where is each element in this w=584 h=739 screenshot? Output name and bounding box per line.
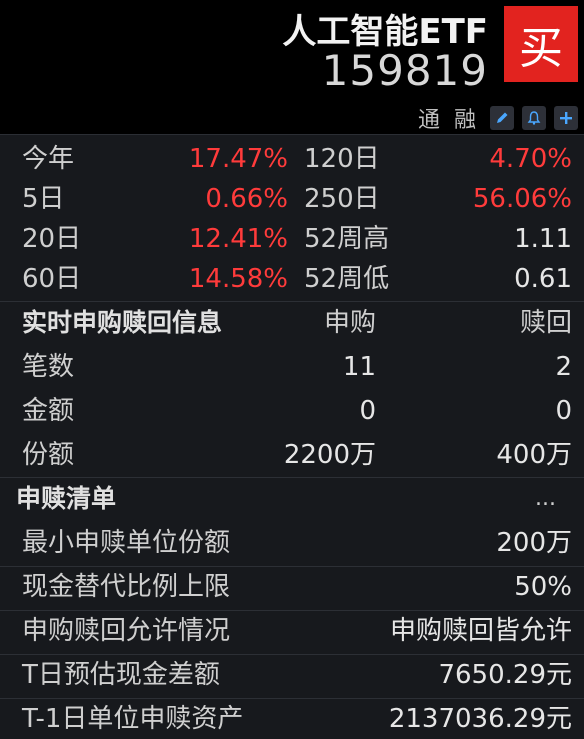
realtime-row: 金额 0 0 [0, 391, 584, 431]
perf-row: 20日 12.41% 52周高 1.11 [0, 219, 584, 259]
divider [0, 477, 584, 478]
col-subscribe: 申购 [323, 308, 376, 338]
perf-label: 250日 [304, 184, 380, 214]
perf-value: 12.41% [188, 224, 288, 254]
edit-icon[interactable] [490, 106, 514, 130]
list-label: 现金替代比例上限 [22, 572, 231, 602]
flag-rong: 融 [453, 108, 476, 133]
realtime-row: 笔数 11 2 [0, 347, 584, 387]
perf-value: 17.47% [188, 144, 288, 174]
list-label: T-1日单位申赎资产 [22, 704, 244, 734]
flag-bar: 通 融 [417, 104, 578, 133]
perf-label: 52周低 [304, 264, 390, 294]
list-label: T日预估现金差额 [22, 660, 220, 690]
perf-row: 60日 14.58% 52周低 0.61 [0, 259, 584, 299]
realtime-row: 份额 2200万 400万 [0, 435, 584, 475]
list-value: 2137036.29元 [388, 704, 572, 734]
perf-row: 今年 17.47% 120日 4.70% [0, 139, 584, 179]
list-header: 申赎清单 ... [0, 479, 584, 519]
redeem-value: 0 [555, 396, 572, 426]
subscribe-value: 0 [359, 396, 376, 426]
list-row: 申购赎回允许情况 申购赎回皆允许 [0, 611, 584, 651]
flag-tong: 通 [417, 108, 440, 133]
list-value: 50% [514, 572, 572, 602]
realtime-title: 实时申购赎回信息 [22, 308, 223, 337]
perf-label: 今年 [22, 144, 75, 174]
perf-label: 60日 [22, 264, 82, 294]
quote-panel: 今年 17.47% 120日 4.70% 5日 0.66% 250日 56.06… [0, 134, 584, 739]
realtime-label: 笔数 [22, 352, 75, 382]
list-label: 最小申赎单位份额 [22, 528, 231, 558]
list-row: 现金替代比例上限 50% [0, 567, 584, 607]
realtime-label: 份额 [22, 440, 75, 470]
col-redeem: 赎回 [519, 308, 572, 338]
list-row: 最小申赎单位份额 200万 [0, 523, 584, 563]
perf-label: 20日 [22, 224, 82, 254]
subscribe-value: 2200万 [283, 440, 376, 470]
list-row: T日预估现金差额 7650.29元 [0, 655, 584, 695]
more-button[interactable]: ... [535, 479, 556, 519]
add-icon[interactable] [554, 106, 578, 130]
bell-icon[interactable] [522, 106, 546, 130]
perf-value: 0.66% [205, 184, 288, 214]
subscribe-value: 11 [342, 352, 376, 382]
fund-code: 159819 [321, 46, 488, 95]
perf-row: 5日 0.66% 250日 56.06% [0, 179, 584, 219]
header: 人工智能ETF 159819 买 通 融 [0, 0, 584, 134]
list-value: 7650.29元 [438, 660, 572, 690]
list-value: 200万 [496, 528, 572, 558]
perf-label: 5日 [22, 184, 65, 214]
realtime-header: 实时申购赎回信息 申购 赎回 [0, 303, 584, 343]
redeem-value: 400万 [496, 440, 572, 470]
realtime-label: 金额 [22, 396, 75, 426]
perf-value: 56.06% [472, 184, 572, 214]
list-value: 申购赎回皆允许 [389, 616, 572, 646]
divider [0, 301, 584, 302]
perf-label: 52周高 [304, 224, 390, 254]
perf-value: 14.58% [188, 264, 288, 294]
perf-value: 1.11 [514, 224, 572, 254]
perf-value: 0.61 [514, 264, 572, 294]
redeem-value: 2 [555, 352, 572, 382]
buy-button[interactable]: 买 [504, 6, 578, 82]
list-row: T-1日单位申赎资产 2137036.29元 [0, 699, 584, 739]
list-label: 申购赎回允许情况 [22, 616, 231, 646]
perf-label: 120日 [304, 144, 380, 174]
perf-value: 4.70% [489, 144, 572, 174]
list-title: 申赎清单 [16, 484, 117, 513]
